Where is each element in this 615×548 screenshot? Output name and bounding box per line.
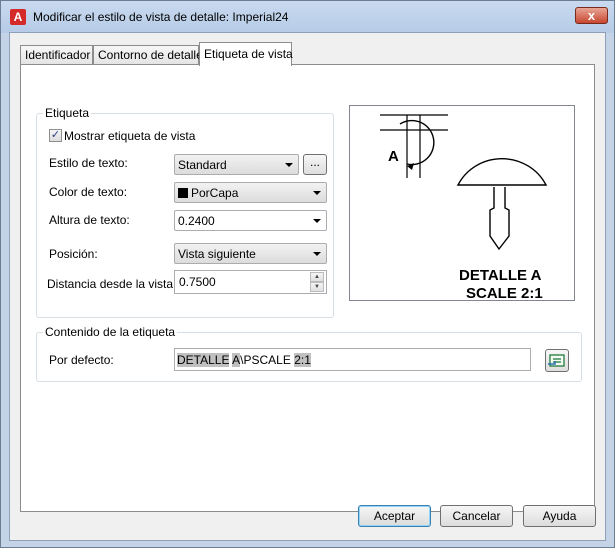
tab-contorno-de-detalle[interactable]: Contorno de detalle bbox=[93, 45, 203, 65]
cancel-button[interactable]: Cancelar bbox=[440, 505, 513, 527]
chevron-down-icon bbox=[313, 191, 321, 195]
etiqueta-group-title: Etiqueta bbox=[43, 106, 92, 120]
spin-down-icon[interactable]: ▼ bbox=[310, 282, 324, 292]
show-label-label: Mostrar etiqueta de vista bbox=[64, 129, 196, 143]
dialog-window: A Modificar el estilo de vista de detall… bbox=[0, 0, 615, 548]
detail-preview-drawing: A DETALLE A SCALE 2:1 bbox=[380, 114, 548, 302]
chevron-down-icon bbox=[285, 163, 293, 167]
color-swatch-icon bbox=[178, 188, 188, 198]
distance-value: 0.7500 bbox=[179, 275, 216, 289]
text-height-label: Altura de texto: bbox=[49, 213, 130, 227]
spin-up-icon[interactable]: ▲ bbox=[310, 272, 324, 282]
label-content-field[interactable]: DETALLE A\PSCALE 2:1 bbox=[174, 348, 531, 371]
text-style-value: Standard bbox=[178, 158, 227, 172]
default-label: Por defecto: bbox=[49, 353, 114, 367]
position-select[interactable]: Vista siguiente bbox=[174, 243, 327, 264]
field-part-5: 2:1 bbox=[294, 353, 311, 367]
tab-identificador[interactable]: Identificador bbox=[20, 45, 93, 65]
dialog-client: Identificador Contorno de detalle Etique… bbox=[9, 32, 606, 541]
contenido-group-title: Contenido de la etiqueta bbox=[43, 325, 178, 339]
field-part-3: A bbox=[232, 353, 241, 367]
insert-field-icon bbox=[548, 354, 565, 367]
distance-spinner[interactable]: 0.7500 ▲ ▼ bbox=[174, 270, 327, 294]
text-height-value: 0.2400 bbox=[178, 214, 215, 228]
browse-text-style-button[interactable]: ... bbox=[303, 154, 327, 175]
field-editor-button[interactable] bbox=[545, 349, 569, 372]
detail-title-line2: SCALE 2:1 bbox=[466, 285, 543, 300]
close-button[interactable]: x bbox=[575, 7, 608, 24]
spinner-buttons: ▲ ▼ bbox=[310, 272, 324, 292]
help-button[interactable]: Ayuda bbox=[523, 505, 596, 527]
marker-letter: A bbox=[388, 148, 399, 165]
text-color-select[interactable]: PorCapa bbox=[174, 182, 327, 203]
show-label-checkbox[interactable]: ✓ bbox=[49, 129, 62, 142]
preview-panel: A DETALLE A SCALE 2:1 bbox=[349, 105, 575, 302]
text-color-value: PorCapa bbox=[191, 186, 239, 200]
detail-title-line1: DETALLE A bbox=[459, 267, 542, 284]
tab-panel: Etiqueta ✓ Mostrar etiqueta de vista Est… bbox=[20, 64, 595, 512]
distance-label: Distancia desde la vista: bbox=[47, 277, 177, 291]
text-height-combo[interactable]: 0.2400 bbox=[174, 210, 327, 231]
position-value: Vista siguiente bbox=[178, 247, 256, 261]
tab-etiqueta-de-vista[interactable]: Etiqueta de vista bbox=[199, 42, 293, 66]
chevron-down-icon bbox=[313, 219, 321, 223]
chevron-down-icon bbox=[313, 252, 321, 256]
accept-button[interactable]: Aceptar bbox=[358, 505, 431, 527]
field-part-1: DETALLE bbox=[177, 353, 230, 367]
text-style-label: Estilo de texto: bbox=[49, 156, 128, 170]
field-part-4: \PSCALE bbox=[240, 353, 295, 367]
autocad-logo-icon: A bbox=[10, 9, 26, 25]
window-title: Modificar el estilo de vista de detalle:… bbox=[33, 10, 289, 24]
position-label: Posición: bbox=[49, 247, 98, 261]
text-style-select[interactable]: Standard bbox=[174, 154, 299, 175]
text-color-label: Color de texto: bbox=[49, 185, 128, 199]
title-bar[interactable]: A Modificar el estilo de vista de detall… bbox=[1, 1, 614, 33]
